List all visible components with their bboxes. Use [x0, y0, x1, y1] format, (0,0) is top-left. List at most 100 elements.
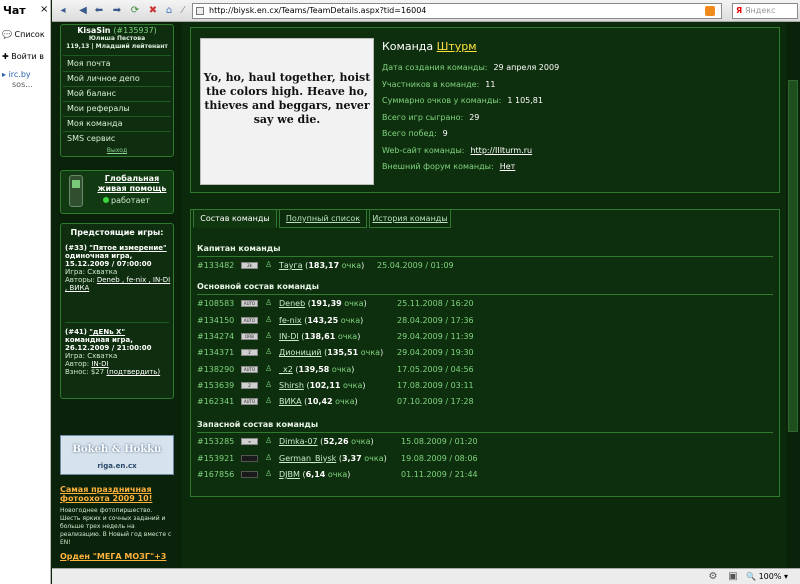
player-name-link[interactable]: German_Biysk [279, 454, 336, 463]
news-link[interactable]: Самая праздничная фотоохота 2009 10! [60, 485, 174, 503]
help-status: работает [103, 196, 150, 205]
player-name-link[interactable]: Shirsh [279, 381, 304, 390]
favicon-icon [196, 7, 204, 15]
game-fee-label: Взнос: [65, 368, 89, 376]
game-link[interactable]: "дЕNь X" [89, 328, 125, 336]
points-word: очка [344, 299, 364, 309]
help-status-text: работает [111, 196, 150, 205]
team-info-value: 29 апреля 2009 [493, 63, 560, 72]
player-id: #134150 [197, 315, 235, 325]
back-dropdown-icon[interactable]: ⬅ [92, 4, 106, 18]
banner-title: Bokeh & Hokku [72, 444, 162, 455]
player-id: #153639 [197, 380, 235, 390]
address-bar[interactable]: http://biysk.en.cx/Teams/TeamDetails.asp… [192, 3, 722, 19]
scrollbar-thumb[interactable] [788, 80, 798, 432]
menu-item-team[interactable]: Моя команда [67, 119, 122, 128]
sidebar-toggle-icon[interactable]: ◂ [56, 4, 70, 18]
forward-icon[interactable]: ➡ [110, 4, 124, 18]
logout-link[interactable]: Выход [61, 147, 173, 154]
live-help-box: Глобальная живая помощь работает [60, 170, 174, 214]
back-icon[interactable]: ◀ [76, 4, 90, 18]
player-name-link[interactable]: Dimka-07 [279, 437, 318, 446]
divider [65, 322, 169, 323]
divider [197, 256, 773, 257]
player-join-date: 28.04.2009 / 17:36 [397, 315, 474, 325]
chat-irc-item[interactable]: ▸ irc.by [2, 70, 50, 79]
tab-full-list[interactable]: Полупный список [279, 209, 367, 228]
divider [63, 71, 171, 72]
reload-icon[interactable]: ⟳ [128, 4, 142, 18]
player-points: 102,11 [309, 380, 341, 390]
player-join-date: 17.08.2009 / 03:11 [397, 380, 474, 390]
game-date: командная игра, 26.12.2009 / 21:00:00 [65, 336, 152, 352]
game-authors[interactable]: IN-DI [91, 360, 108, 368]
team-info-row: Суммарно очков у команды: 1 105,81 [382, 96, 543, 105]
player-info: ВИКА (10,42 очка) [279, 397, 358, 407]
bokeh-banner[interactable]: Bokeh & Hokku riga.en.cx [60, 435, 174, 475]
home-icon[interactable]: ⌂ [162, 4, 176, 18]
player-points: 135,51 [327, 348, 359, 358]
player-id: #134274 [197, 331, 235, 341]
team-info-value: 1 105,81 [507, 96, 543, 105]
player-name-link[interactable]: Deneb [279, 299, 305, 308]
player-join-date: 25.04.2009 / 01:09 [377, 261, 454, 270]
menu-item-mail[interactable]: Моя почта [67, 59, 111, 68]
news-link[interactable]: Орден "МЕГА МОЗГ"+3 [60, 552, 174, 561]
player-name-link[interactable]: Диониций [279, 348, 322, 357]
game-link[interactable]: "Пятое измерение" [89, 244, 166, 252]
player-points: 138,61 [304, 331, 336, 341]
tab-history[interactable]: История команды [369, 209, 451, 228]
chat-pane: Чат × 💬 Список ✚ Войти в ▸ irc.by sos... [0, 0, 51, 584]
player-id: #134371 [197, 348, 235, 358]
confirm-fee-link[interactable]: (подтвердить) [106, 368, 160, 376]
search-input[interactable]: Я Яндекс [732, 3, 798, 19]
player-id: #133482 [197, 261, 235, 270]
stop-icon[interactable]: ✖ [146, 4, 160, 18]
player-name-link[interactable]: DJBM [279, 470, 300, 479]
chat-list-button[interactable]: 💬 Список [2, 30, 50, 39]
player-name-link[interactable]: _x2 [279, 365, 293, 374]
game-type-label: Игра: [65, 352, 86, 360]
team-info-row: Внешний форум команды: Нет [382, 162, 515, 171]
live-help-link[interactable]: Глобальная живая помощь [91, 174, 173, 194]
player-row: #133482 2k ♙ Тауга (183,17 очка) 25.04.2009 … [197, 260, 773, 272]
team-info-link[interactable]: http://IIIturm.ru [470, 146, 532, 155]
team-info-link[interactable]: Нет [500, 162, 516, 171]
username[interactable]: KisaSin (#135937) [61, 26, 173, 35]
zoom-level[interactable]: 🔍 100% ▾ [746, 572, 788, 581]
upcoming-games-box: Предстоящие игры: (#33) "Пятое измерение… [60, 223, 174, 399]
player-name-link[interactable]: Тауга [279, 261, 303, 270]
menu-item-depot[interactable]: Мой личное депо [67, 74, 140, 83]
player-info: DJBM (6,14 очка) [279, 470, 351, 479]
player-name-link[interactable]: IN-DI [279, 332, 299, 341]
phone-icon [69, 175, 83, 207]
person-icon: ♙ [265, 396, 273, 406]
chat-login-button[interactable]: ✚ Войти в [2, 52, 50, 61]
team-info-value: 29 [469, 112, 480, 122]
person-icon: ♙ [265, 314, 273, 324]
player-id: #162341 [197, 397, 235, 407]
settings-icon[interactable]: ⚙ [706, 570, 720, 584]
tab-roster[interactable]: Состав команды [193, 209, 277, 228]
divider [63, 131, 171, 132]
close-icon[interactable]: × [40, 4, 48, 15]
team-logo: Yo, ho, haul together, hoist the colors … [200, 38, 374, 185]
menu-item-balance[interactable]: Мой баланс [67, 89, 116, 98]
player-name-link[interactable]: ВИКА [279, 397, 302, 406]
tools-icon[interactable]: ⁄ [176, 4, 190, 18]
rss-icon[interactable] [705, 6, 715, 16]
page-icon[interactable]: ▣ [726, 570, 740, 584]
player-join-date: 29.04.2009 / 11:39 [397, 331, 474, 341]
yandex-logo-icon: Я [736, 6, 743, 15]
player-info: Тауга (183,17 очка) [279, 261, 365, 270]
username-text: KisaSin [77, 26, 111, 35]
player-row: #138290 AUTO ♙ _x2 (139,58 очка) 17.05.2009 … [197, 364, 773, 376]
team-name-link[interactable]: Штурм [437, 40, 477, 53]
team-info-value: 9 [442, 129, 448, 138]
menu-item-sms[interactable]: SMS сервис [67, 134, 115, 143]
player-points: 139,58 [298, 364, 330, 374]
chat-login-label: Войти в [11, 52, 44, 61]
page-scrollbar[interactable] [786, 22, 800, 568]
player-name-link[interactable]: fe-nix [279, 316, 302, 325]
menu-item-referrals[interactable]: Мои рефералы [67, 104, 130, 113]
